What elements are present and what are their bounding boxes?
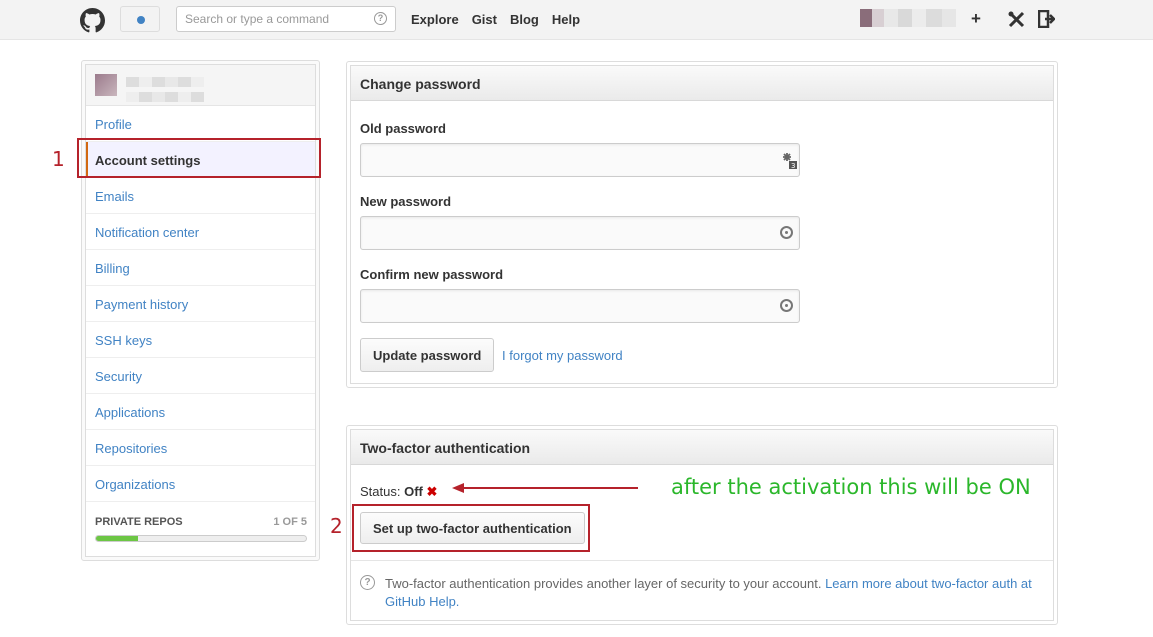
sidebar-item-emails[interactable]: Emails	[86, 178, 315, 214]
change-password-header: Change password	[351, 66, 1053, 101]
search-input[interactable]	[185, 12, 365, 26]
two-factor-info-text: Two-factor authentication provides anoth…	[385, 575, 1045, 611]
top-nav: Explore Gist Blog Help	[411, 12, 593, 27]
new-password-label: New password	[360, 194, 452, 209]
context-dot-icon	[137, 16, 145, 24]
sidebar-item-label: Security	[95, 369, 142, 384]
annotation-number-1: 1	[52, 147, 65, 171]
password-generator-icon[interactable]	[780, 226, 793, 239]
sidebar-item-label: Payment history	[95, 297, 189, 312]
info-text: Two-factor authentication provides anoth…	[385, 576, 822, 591]
settings-tools-icon[interactable]	[1008, 11, 1025, 28]
annotation-box-1	[77, 138, 321, 178]
annotation-number-2: 2	[330, 514, 343, 538]
two-factor-status: Status: Off ✖	[360, 484, 437, 500]
change-password-title: Change password	[360, 76, 481, 92]
top-header: ? Explore Gist Blog Help +	[0, 0, 1153, 40]
sidebar-item-organizations[interactable]: Organizations	[86, 466, 315, 502]
password-manager-icon[interactable]: 3	[782, 152, 798, 170]
sidebar-item-label: SSH keys	[95, 333, 153, 348]
two-factor-info: ? Two-factor authentication provides ano…	[351, 560, 1053, 620]
new-password-input[interactable]	[367, 225, 767, 240]
sidebar-item-billing[interactable]: Billing	[86, 250, 315, 286]
annotation-arrow	[452, 483, 638, 493]
avatar	[95, 74, 117, 96]
search-box[interactable]: ?	[176, 6, 396, 32]
sidebar-item-notification-center[interactable]: Notification center	[86, 214, 315, 250]
sidebar-item-label: Emails	[95, 189, 135, 204]
search-help-icon[interactable]: ?	[374, 12, 387, 25]
old-password-input[interactable]	[367, 152, 767, 167]
annotation-box-2	[352, 504, 590, 552]
confirm-password-input[interactable]	[367, 298, 767, 313]
sidebar-item-label: Repositories	[95, 441, 168, 456]
nav-blog[interactable]: Blog	[510, 12, 539, 27]
nav-help[interactable]: Help	[552, 12, 580, 27]
sidebar-item-label: Organizations	[95, 477, 176, 492]
sidebar-item-label: Notification center	[95, 225, 200, 240]
sidebar-item-label: Billing	[95, 261, 130, 276]
new-password-field[interactable]	[360, 216, 800, 250]
private-repos-progress-bar	[95, 535, 307, 542]
sidebar-item-applications[interactable]: Applications	[86, 394, 315, 430]
change-password-panel-inner: Change password Old password 3 New passw…	[350, 65, 1054, 384]
old-password-field[interactable]: 3	[360, 143, 800, 177]
svg-text:3: 3	[791, 162, 795, 170]
update-password-button[interactable]: Update password	[360, 338, 495, 372]
password-generator-icon[interactable]	[780, 299, 793, 312]
github-logo-icon[interactable]	[80, 8, 105, 33]
sidebar-user-header	[86, 65, 315, 106]
help-question-icon: ?	[360, 575, 375, 590]
private-repos-progress-fill	[96, 536, 138, 541]
confirm-password-field[interactable]	[360, 289, 800, 323]
annotation-note: after the activation this will be ON	[671, 475, 1031, 499]
confirm-password-label: Confirm new password	[360, 267, 504, 282]
sidebar-item-security[interactable]: Security	[86, 358, 315, 394]
sign-out-icon[interactable]	[1038, 10, 1055, 28]
nav-gist[interactable]: Gist	[472, 12, 497, 27]
change-password-panel: Change password Old password 3 New passw…	[346, 61, 1058, 388]
sidebar-item-profile[interactable]: Profile	[86, 106, 315, 142]
status-label: Status:	[360, 484, 401, 499]
context-switcher-button[interactable]	[120, 6, 160, 32]
two-factor-title: Two-factor authentication	[360, 440, 531, 456]
plus-dropdown-icon[interactable]: +	[971, 9, 981, 29]
sidebar-item-payment-history[interactable]: Payment history	[86, 286, 315, 322]
two-factor-header: Two-factor authentication	[351, 430, 1053, 465]
private-repos-label: PRIVATE REPOS	[95, 516, 183, 528]
sidebar-username	[126, 75, 204, 102]
sidebar-item-label: Profile	[95, 117, 132, 132]
sidebar-item-repositories[interactable]: Repositories	[86, 430, 315, 466]
sidebar-item-label: Applications	[95, 405, 166, 420]
forgot-password-link[interactable]: I forgot my password	[502, 348, 623, 363]
status-off-icon: ✖	[426, 484, 438, 499]
old-password-label: Old password	[360, 121, 446, 136]
private-repos-count: 1 OF 5	[273, 516, 307, 528]
status-value: Off	[404, 484, 423, 499]
nav-explore[interactable]: Explore	[411, 12, 459, 27]
private-repos-meter: PRIVATE REPOS 1 OF 5	[86, 505, 315, 555]
settings-sidebar: Profile Account settings Emails Notifica…	[81, 60, 320, 561]
user-avatar-name[interactable]	[860, 9, 958, 27]
sidebar-item-ssh-keys[interactable]: SSH keys	[86, 322, 315, 358]
